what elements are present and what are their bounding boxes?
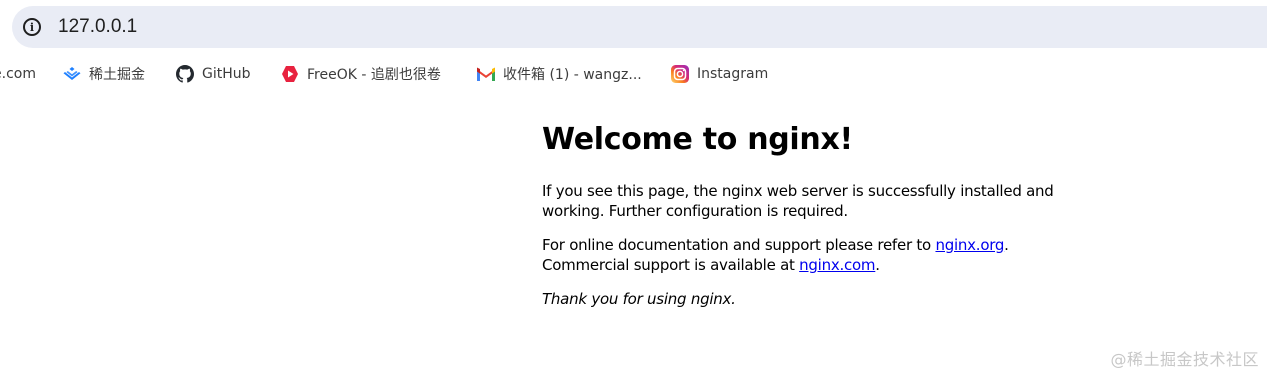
nginx-com-link[interactable]: nginx.com [799, 256, 875, 274]
thanks-text: Thank you for using nginx. [542, 290, 736, 308]
bookmarks-bar: e.com 稀土掘金 GitHub FreeOK - 追剧也很卷 [0, 60, 1267, 88]
url-text[interactable]: 127.0.0.1 [58, 16, 137, 38]
github-icon [176, 65, 194, 83]
period: . [1004, 236, 1009, 254]
gmail-icon [477, 65, 495, 83]
bookmark-label: FreeOK - 追剧也很卷 [307, 67, 441, 83]
address-bar[interactable]: i 127.0.0.1 [12, 6, 1267, 48]
bookmark-label: 收件箱 (1) - wangz... [503, 67, 642, 83]
bookmark-label: e.com [0, 66, 36, 82]
bookmark-freeok[interactable]: FreeOK - 追剧也很卷 [281, 60, 441, 88]
freeok-icon [281, 65, 299, 83]
support-text: For online documentation and support ple… [542, 236, 936, 254]
bookmark-gmail[interactable]: 收件箱 (1) - wangz... [477, 60, 642, 88]
bookmark-label: 稀土掘金 [89, 67, 145, 83]
bookmark-instagram[interactable]: Instagram [671, 60, 768, 88]
nginx-org-link[interactable]: nginx.org [935, 236, 1004, 254]
page-content: Welcome to nginx! If you see this page, … [542, 118, 1082, 309]
instagram-icon [671, 65, 689, 83]
intro-paragraph: If you see this page, the nginx web serv… [542, 182, 1054, 220]
info-icon[interactable]: i [23, 18, 41, 36]
browser-toolbar: i 127.0.0.1 [0, 0, 1267, 56]
bookmark-label: Instagram [697, 66, 769, 82]
juejin-icon [63, 65, 81, 83]
bookmark-juejin[interactable]: 稀土掘金 [63, 60, 145, 88]
watermark: @稀土掘金技术社区 [1110, 350, 1259, 369]
bookmark-github[interactable]: GitHub [176, 60, 251, 88]
page-title: Welcome to nginx! [542, 122, 853, 157]
support-paragraph: For online documentation and support ple… [542, 235, 1082, 275]
commercial-text: Commercial support is available at [542, 256, 800, 274]
bookmark-label: GitHub [202, 66, 251, 82]
period: . [875, 256, 880, 274]
bookmark-truncated[interactable]: e.com [0, 60, 36, 88]
